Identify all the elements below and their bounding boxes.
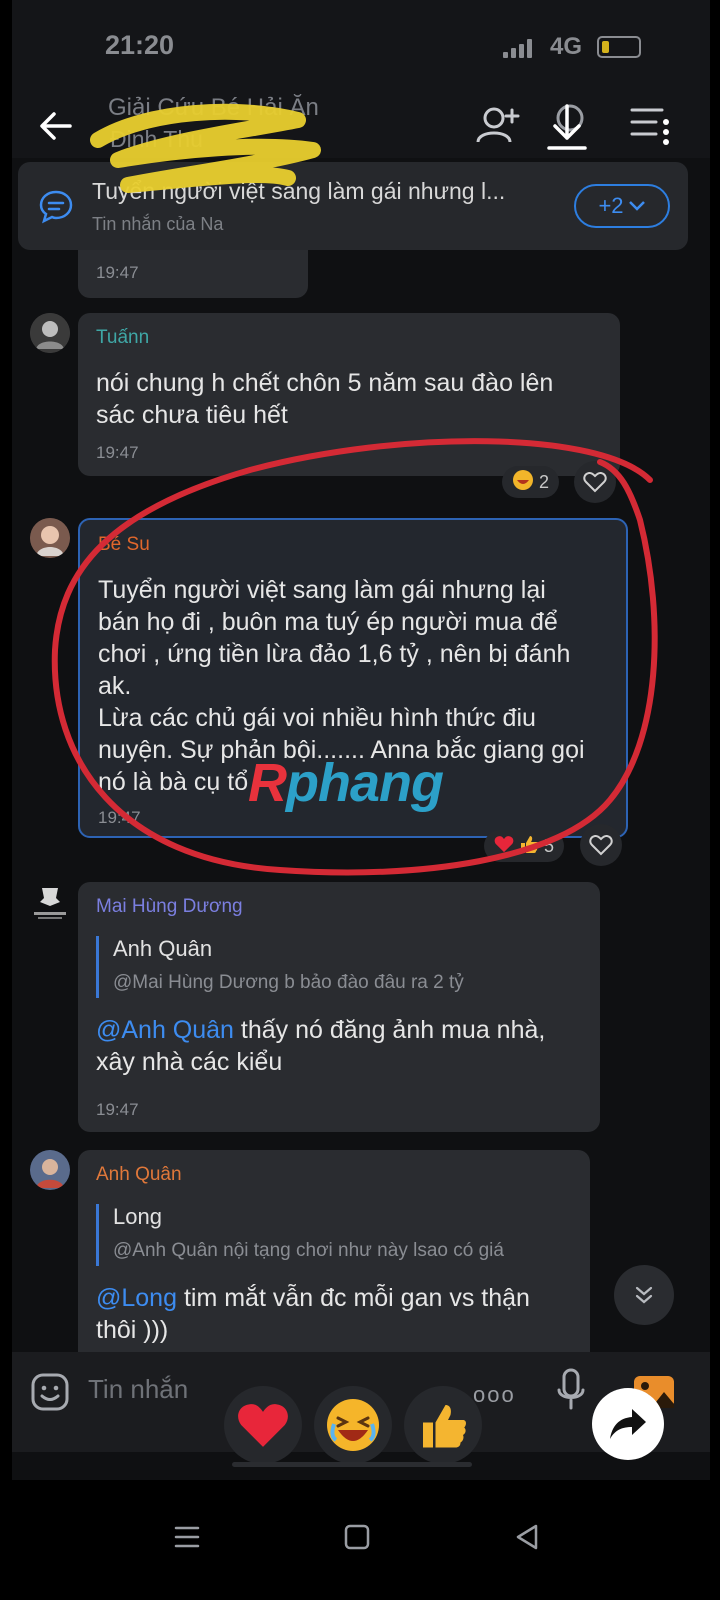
pinned-author: Tin nhắn của Na: [92, 214, 224, 234]
thumbs-up-icon: [423, 1405, 466, 1448]
heart-icon[interactable]: [580, 824, 622, 866]
chat-screen: 21:20 4G Giải Cứu Bé Hải Ăn Đinh Thu Tuy…: [0, 0, 720, 1600]
message-line: Lừa các chủ gái voi nhiều hình thức điu: [98, 704, 536, 732]
message-line: @Long tim mắt vẫn đc mỗi gan vs thận: [96, 1282, 530, 1314]
watermark-logo: Rphang: [248, 753, 444, 813]
message-bubble[interactable]: Anh Quân Long @Anh Quân nội tạng chơi nh…: [78, 1150, 590, 1360]
home-icon[interactable]: [340, 1520, 374, 1554]
quoted-text: @Mai Hùng Dương b bảo đào đâu ra 2 tỷ: [113, 972, 464, 993]
mention-link[interactable]: @Long: [96, 1284, 177, 1312]
phone-frame: [710, 0, 720, 1600]
heart-icon: [494, 835, 514, 858]
message-bubble[interactable]: 19:47: [78, 250, 308, 298]
share-button[interactable]: [592, 1388, 664, 1460]
pinned-more-button[interactable]: +2: [574, 184, 670, 228]
sender-name[interactable]: Mai Hùng Dương: [96, 896, 243, 918]
status-time: 21:20: [105, 30, 175, 60]
message-line: chơi , ứng tiền lừa đảo 1,6 tỷ , nên bị …: [98, 640, 571, 668]
quoted-message[interactable]: Anh Quân @Mai Hùng Dương b bảo đào đâu r…: [96, 936, 464, 998]
more-options-button[interactable]: ooo: [473, 1382, 516, 1408]
message-line: nói chung h chết chôn 5 năm sau đào lên: [96, 369, 554, 397]
share-arrow-icon: [610, 1409, 646, 1439]
microphone-icon[interactable]: [556, 1368, 586, 1412]
message-line: bán họ đi , buôn ma tuý ép người mua để: [98, 608, 558, 636]
quick-react-laugh[interactable]: [314, 1386, 392, 1464]
quoted-author: Anh Quân: [113, 936, 213, 961]
sender-name[interactable]: Anh Quân: [96, 1164, 182, 1186]
redaction-scribble: [90, 103, 321, 193]
recent-apps-icon[interactable]: [170, 1520, 204, 1554]
reaction-summary[interactable]: 2: [502, 466, 560, 498]
reaction-summary[interactable]: 5: [484, 830, 565, 862]
quick-react-heart[interactable]: [224, 1386, 302, 1464]
quoted-author: Long: [113, 1204, 162, 1229]
sender-name[interactable]: Tuấnn: [96, 327, 149, 349]
message-text: @Anh Quân thấy nó đăng ảnh mua nhà, xây …: [96, 1014, 545, 1078]
pinned-more-label: +2: [598, 193, 624, 218]
message-line: @Anh Quân thấy nó đăng ảnh mua nhà,: [96, 1014, 545, 1046]
add-member-icon[interactable]: [470, 100, 524, 152]
system-nav-bar: [0, 1480, 720, 1600]
message-text: nói chung h chết chôn 5 năm sau đào lên …: [96, 367, 553, 431]
reaction-count: 5: [544, 835, 555, 856]
reaction-bar-indicator: [232, 1462, 472, 1467]
message-time: 19:47: [96, 1100, 139, 1119]
back-arrow-icon[interactable]: [36, 106, 76, 146]
message-time: 19:47: [96, 443, 139, 462]
heart-icon: [238, 1404, 288, 1447]
message-time: 19:47: [96, 263, 139, 282]
laugh-icon: [327, 1399, 379, 1451]
mention-link[interactable]: @Anh Quân: [96, 1016, 234, 1044]
emoji-icon[interactable]: [30, 1372, 70, 1412]
thumbs-up-icon: [519, 834, 539, 859]
network-label: 4G: [550, 33, 583, 60]
message-line: sác chưa tiêu hết: [96, 401, 288, 429]
message-line: Tuyển người việt sang làm gái nhưng lại: [98, 576, 546, 604]
avatar[interactable]: [30, 1150, 70, 1190]
chat-bubble-icon: [39, 190, 73, 224]
status-bar: 21:20 4G: [0, 0, 720, 90]
download-icon[interactable]: [540, 100, 594, 152]
message-bubble[interactable]: Tuấnn nói chung h chết chôn 5 năm sau đà…: [78, 313, 620, 476]
double-chevron-down-icon: [635, 1286, 653, 1304]
avatar[interactable]: [30, 884, 70, 924]
message-line-rest: tim mắt vẫn đc mỗi gan vs thận: [177, 1284, 530, 1312]
quoted-text: @Anh Quân nội tạng chơi như này lsao có …: [113, 1240, 504, 1261]
reaction-count: 2: [539, 471, 550, 492]
message-line: xây nhà các kiểu: [96, 1048, 283, 1076]
quick-react-thumbs-up[interactable]: [404, 1386, 482, 1464]
message-input[interactable]: Tin nhắn: [88, 1374, 188, 1405]
message-line: thôi ))): [96, 1316, 169, 1344]
message-line: ak.: [98, 672, 132, 700]
back-icon[interactable]: [510, 1520, 544, 1554]
heart-icon[interactable]: [574, 461, 616, 503]
chevron-down-icon: [628, 201, 645, 211]
phone-frame: [0, 0, 12, 1600]
laugh-icon: [512, 469, 534, 496]
message-bubble[interactable]: Mai Hùng Dương Anh Quân @Mai Hùng Dương …: [78, 882, 600, 1132]
battery-icon: [597, 36, 641, 58]
avatar[interactable]: [30, 313, 70, 353]
scroll-to-bottom-button[interactable]: [614, 1265, 674, 1325]
message-line-rest: thấy nó đăng ảnh mua nhà,: [233, 1016, 546, 1044]
signal-icon: [503, 38, 533, 58]
quoted-message[interactable]: Long @Anh Quân nội tạng chơi như này lsa…: [96, 1204, 504, 1266]
message-time: 19:47: [98, 808, 141, 827]
menu-icon[interactable]: [626, 100, 680, 152]
message-text: @Long tim mắt vẫn đc mỗi gan vs thận thô…: [96, 1282, 530, 1346]
sender-name[interactable]: Bé Su: [98, 534, 150, 556]
avatar[interactable]: [30, 518, 70, 558]
